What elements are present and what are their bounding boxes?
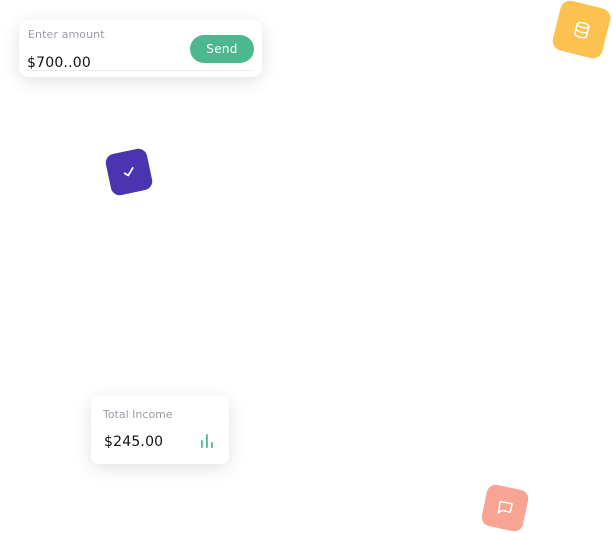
- amount-label: Enter amount: [28, 28, 105, 41]
- database-tile: [550, 0, 612, 61]
- amount-underline: [27, 70, 253, 71]
- check-tile: [104, 147, 154, 197]
- income-label: Total Income: [103, 408, 173, 421]
- message-icon: [497, 500, 513, 514]
- send-button[interactable]: Send: [190, 35, 254, 63]
- income-value: $245.00: [104, 434, 164, 450]
- income-card: Total Income $245.00: [91, 396, 229, 464]
- check-icon: [123, 167, 134, 177]
- amount-card: Enter amount $700..00 Send: [19, 20, 262, 77]
- bar-chart-icon: [201, 434, 213, 448]
- canvas: Enter amount $700..00 Send Total Income …: [0, 0, 612, 533]
- amount-input[interactable]: $700..00: [27, 55, 91, 71]
- database-icon: [573, 21, 590, 38]
- message-tile: [480, 483, 530, 533]
